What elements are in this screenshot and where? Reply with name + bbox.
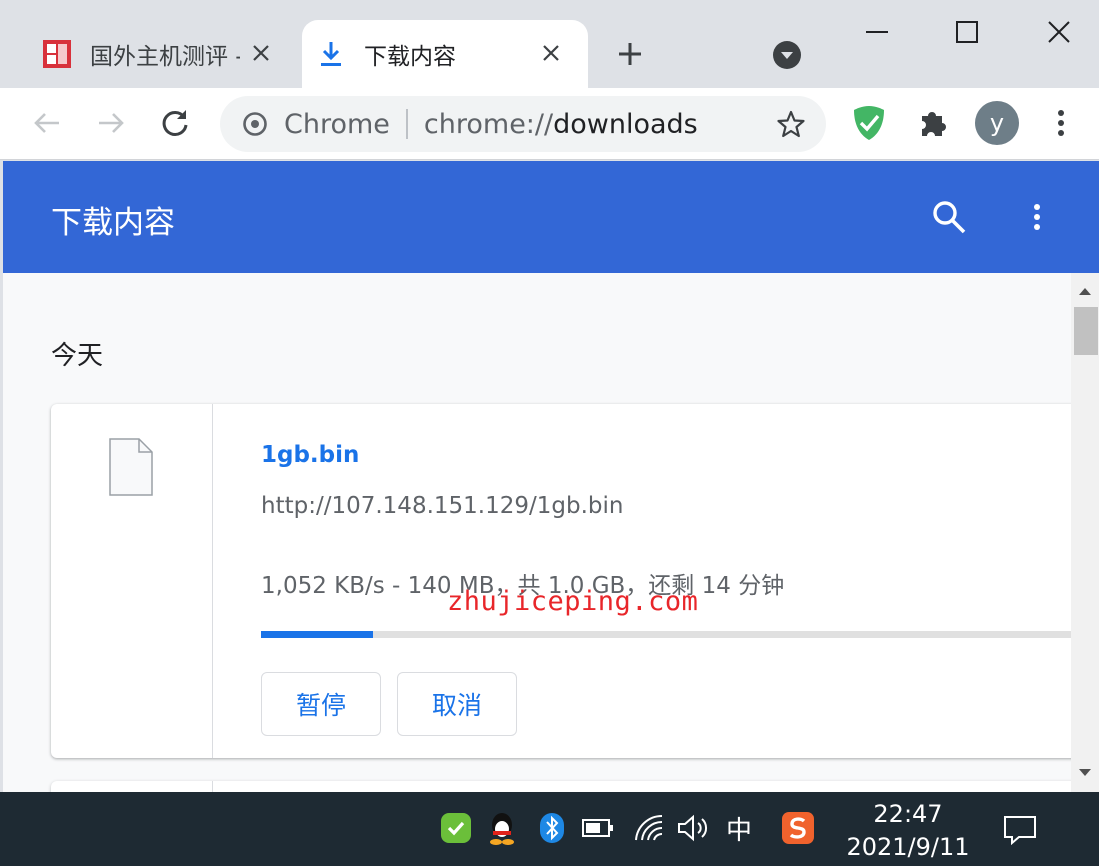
progress-fill [261, 631, 374, 638]
url-text: chrome://downloads [424, 109, 698, 140]
page-scrollbar[interactable] [1071, 273, 1099, 792]
site-favicon-icon [42, 39, 72, 69]
download-progress-bar [261, 631, 1081, 638]
url-scheme: chrome:// [423, 108, 554, 140]
bookmark-star-icon[interactable] [776, 109, 806, 139]
clock-time: 22:47 [873, 800, 943, 828]
tab-zhujiceping[interactable]: 国外主机测评 - [28, 20, 298, 88]
adguard-extension-icon[interactable] [846, 100, 892, 146]
omnibox-separator [405, 109, 408, 139]
file-icon [109, 438, 153, 496]
address-bar[interactable]: Chrome chrome://downloads [220, 96, 826, 152]
watermark-text: zhujiceping.com [447, 586, 699, 617]
clock-date: 2021/9/11 [846, 833, 970, 861]
search-downloads-icon[interactable] [927, 195, 971, 239]
forward-button[interactable] [88, 100, 134, 146]
new-tab-button[interactable] [610, 36, 650, 72]
notification-center-icon[interactable] [1000, 812, 1040, 848]
download-icon [316, 39, 346, 69]
tab-downloads[interactable]: 下载内容 [302, 20, 588, 88]
origin-label: Chrome [284, 108, 390, 140]
bluetooth-icon[interactable] [534, 810, 570, 846]
taskbar: 中 22:47 2021/9/11 [0, 792, 1099, 866]
volume-icon[interactable] [676, 810, 712, 846]
minimize-button[interactable] [850, 10, 904, 54]
toolbar: Chrome chrome://downloads y [0, 88, 1099, 160]
security-app-tray-icon[interactable] [438, 810, 474, 846]
downloads-page: 下载内容 今天 1gb.bin http://107.148.151.129/1… [3, 161, 1099, 792]
file-name-link[interactable]: 1gb.bin [261, 442, 359, 468]
extensions-puzzle-icon[interactable] [910, 100, 956, 146]
qq-tray-icon[interactable] [484, 810, 520, 846]
wifi-icon[interactable] [632, 810, 668, 846]
ime-indicator[interactable]: 中 [726, 810, 752, 847]
battery-icon[interactable] [580, 810, 616, 846]
tab-strip: 国外主机测评 - 下载内容 [0, 0, 1099, 88]
page-header: 下载内容 [3, 161, 1099, 273]
reload-button[interactable] [152, 100, 198, 146]
sogou-input-tray-icon[interactable] [780, 810, 816, 846]
more-actions-icon[interactable] [1017, 195, 1057, 239]
url-path: downloads [553, 108, 698, 140]
maximize-button[interactable] [940, 10, 994, 54]
pause-button[interactable]: 暂停 [261, 672, 381, 736]
tab-title: 国外主机测评 - [90, 44, 240, 70]
browser-menu-icon[interactable] [1038, 100, 1084, 146]
profile-avatar[interactable]: y [975, 101, 1019, 145]
page-title: 下载内容 [51, 205, 175, 241]
download-item-card: 1gb.bin http://107.148.151.129/1gb.bin 1… [51, 404, 1081, 758]
download-item-card-next [51, 781, 1081, 792]
tab-title: 下载内容 [364, 44, 456, 70]
scrollbar-thumb[interactable] [1074, 307, 1098, 355]
file-icon-column [51, 781, 213, 792]
cancel-button[interactable]: 取消 [397, 672, 517, 736]
browser-window: 国外主机测评 - 下载内容 Chrome chrome://downloads … [0, 0, 1099, 792]
file-icon-column [51, 404, 213, 758]
close-window-button[interactable] [1032, 10, 1086, 54]
back-button[interactable] [24, 100, 70, 146]
date-heading: 今天 [51, 341, 104, 371]
scroll-up-arrow-icon[interactable] [1071, 273, 1099, 309]
chrome-icon [242, 111, 268, 137]
system-clock[interactable]: 22:47 2021/9/11 [846, 798, 970, 864]
scroll-down-arrow-icon[interactable] [1071, 755, 1099, 791]
tab-search-button[interactable] [768, 36, 806, 74]
close-tab-icon[interactable] [246, 38, 276, 68]
source-url[interactable]: http://107.148.151.129/1gb.bin [261, 493, 623, 519]
close-tab-icon[interactable] [536, 38, 566, 68]
